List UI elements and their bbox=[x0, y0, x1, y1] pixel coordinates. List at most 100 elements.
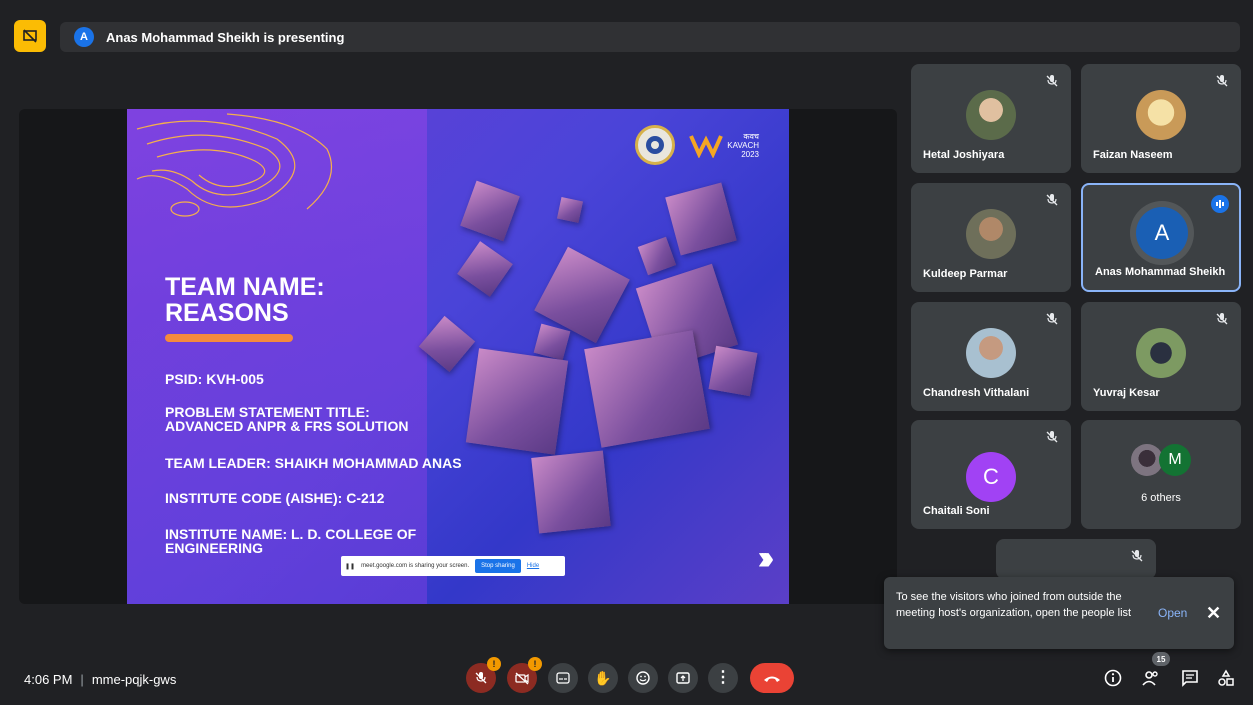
presenter-avatar: A bbox=[74, 27, 94, 47]
participant-name: Kuldeep Parmar bbox=[923, 268, 1008, 280]
kavach-hindi: कवच bbox=[743, 131, 759, 141]
team-leader-text: TEAM LEADER: SHAIKH MOHAMMAD ANAS bbox=[165, 455, 462, 471]
others-letter-avatar: M bbox=[1159, 444, 1191, 476]
participant-tile[interactable]: Faizan Naseem bbox=[1081, 64, 1241, 173]
mic-off-icon bbox=[1216, 75, 1228, 87]
hide-share-notice-link[interactable]: Hide bbox=[527, 563, 539, 569]
emoji-icon bbox=[636, 671, 650, 685]
participant-tile[interactable]: C Chaitali Soni bbox=[911, 420, 1071, 529]
more-options-button[interactable]: ⋮ bbox=[708, 663, 738, 693]
camera-off-icon bbox=[515, 672, 529, 685]
participant-name: Hetal Joshiyara bbox=[923, 149, 1005, 161]
ministry-emblem-icon bbox=[635, 125, 676, 165]
separator: | bbox=[80, 672, 84, 687]
participant-tile[interactable]: Hetal Joshiyara bbox=[911, 64, 1071, 173]
current-time: 4:06 PM bbox=[24, 672, 73, 687]
participant-name: Chandresh Vithalani bbox=[923, 387, 1030, 399]
activities-button[interactable] bbox=[1215, 667, 1237, 689]
others-tile[interactable]: M 6 others bbox=[1081, 420, 1241, 529]
kavach-mark-icon bbox=[689, 135, 724, 158]
title-underline bbox=[165, 334, 293, 342]
participant-avatar bbox=[1136, 328, 1186, 378]
participant-avatar: A bbox=[1136, 207, 1188, 259]
problem-title-value: ADVANCED ANPR & FRS SOLUTION bbox=[165, 418, 409, 434]
cube-decoration bbox=[460, 180, 520, 242]
kavach-logo: कवच KAVACH 2023 bbox=[689, 132, 759, 159]
cube-decoration bbox=[665, 182, 737, 256]
kavach-year: 2023 bbox=[741, 149, 759, 159]
psid-text: PSID: KVH-005 bbox=[165, 371, 264, 387]
reactions-button[interactable] bbox=[628, 663, 658, 693]
stop-presenting-button[interactable] bbox=[14, 20, 46, 52]
captions-button[interactable] bbox=[548, 663, 578, 693]
present-off-icon bbox=[23, 29, 37, 43]
participant-avatar bbox=[966, 209, 1016, 259]
people-icon bbox=[1142, 671, 1158, 686]
bottom-toolbar: 4:06 PM | mme-pqjk-gws ! ! ✋ ⋮ bbox=[0, 655, 1253, 705]
team-name-value: REASONS bbox=[165, 299, 289, 327]
participant-name: Chaitali Soni bbox=[923, 505, 990, 517]
participant-name: Yuvraj Kesar bbox=[1093, 387, 1160, 399]
hang-up-icon bbox=[764, 676, 780, 682]
chat-button[interactable] bbox=[1179, 667, 1201, 689]
participant-tile-speaking[interactable]: A Anas Mohammad Sheikh bbox=[1081, 183, 1241, 292]
share-notice-text: meet.google.com is sharing your screen. bbox=[361, 563, 470, 569]
kavach-name: KAVACH bbox=[727, 140, 759, 150]
participant-avatar bbox=[966, 328, 1016, 378]
chat-icon bbox=[1182, 670, 1198, 687]
presentation-stage: कवच KAVACH 2023 TEAM NAME: REASONS PSID:… bbox=[19, 109, 897, 604]
more-vert-icon: ⋮ bbox=[715, 669, 731, 686]
leave-call-button[interactable] bbox=[750, 663, 794, 693]
participant-name: Anas Mohammad Sheikh bbox=[1095, 266, 1226, 278]
cube-decoration bbox=[556, 196, 584, 224]
mic-off-icon bbox=[1046, 194, 1058, 206]
slide-logos: कवच KAVACH 2023 bbox=[635, 125, 759, 165]
toast-open-button[interactable]: Open bbox=[1158, 606, 1187, 620]
toast-close-icon[interactable]: ✕ bbox=[1206, 603, 1221, 624]
participant-tile[interactable]: Kuldeep Parmar bbox=[911, 183, 1071, 292]
meeting-code: mme-pqjk-gws bbox=[91, 672, 177, 687]
shared-slide: कवच KAVACH 2023 TEAM NAME: REASONS PSID:… bbox=[127, 109, 789, 604]
institute-code-text: INSTITUTE CODE (AISHE): C-212 bbox=[165, 490, 385, 506]
cube-decoration bbox=[457, 241, 513, 297]
presenting-bar: A Anas Mohammad Sheikh is presenting bbox=[14, 20, 1240, 52]
meeting-info: 4:06 PM | mme-pqjk-gws bbox=[24, 672, 176, 687]
cube-decoration bbox=[418, 315, 476, 373]
cube-decoration bbox=[533, 323, 571, 361]
participant-tile[interactable]: Yuvraj Kesar bbox=[1081, 302, 1241, 411]
cube-decoration bbox=[637, 236, 677, 276]
present-screen-button[interactable] bbox=[668, 663, 698, 693]
activities-icon bbox=[1218, 669, 1234, 686]
pause-icon: ❚❚ bbox=[345, 563, 356, 570]
mic-off-icon bbox=[1131, 550, 1143, 562]
screen-share-notice: ❚❚ meet.google.com is sharing your scree… bbox=[341, 556, 565, 576]
mic-off-icon bbox=[1046, 313, 1058, 325]
problem-title-label: PROBLEM STATEMENT TITLE: bbox=[165, 404, 370, 420]
team-name: TEAM NAME: REASONS bbox=[165, 274, 325, 326]
mic-off-icon bbox=[1046, 431, 1058, 443]
cube-decoration bbox=[584, 330, 710, 448]
mic-warning-badge: ! bbox=[487, 657, 501, 671]
cube-decoration bbox=[465, 348, 569, 455]
stop-sharing-button[interactable]: Stop sharing bbox=[475, 559, 521, 573]
raise-hand-button[interactable]: ✋ bbox=[588, 663, 618, 693]
visitors-toast: To see the visitors who joined from outs… bbox=[884, 577, 1234, 649]
partial-participant-tile[interactable] bbox=[996, 539, 1156, 579]
contour-decoration bbox=[136, 113, 333, 217]
participant-tile[interactable]: Chandresh Vithalani bbox=[911, 302, 1071, 411]
camera-toggle-button[interactable]: ! bbox=[507, 657, 542, 693]
captions-icon bbox=[556, 672, 570, 684]
mic-toggle-button[interactable]: ! bbox=[466, 657, 501, 693]
people-count-badge: 15 bbox=[1152, 652, 1170, 666]
toast-message: To see the visitors who joined from outs… bbox=[896, 591, 1132, 619]
speaking-indicator-icon bbox=[1211, 195, 1229, 213]
meeting-details-button[interactable] bbox=[1102, 667, 1124, 689]
institute-name-label: INSTITUTE NAME: L. D. COLLEGE OF bbox=[165, 526, 417, 542]
cube-decoration bbox=[531, 450, 611, 534]
cube-decoration bbox=[708, 345, 758, 397]
mic-off-icon bbox=[475, 672, 487, 684]
presenting-text: Anas Mohammad Sheikh is presenting bbox=[106, 29, 345, 45]
people-button[interactable] bbox=[1140, 667, 1162, 689]
team-name-label: TEAM NAME: bbox=[165, 273, 325, 301]
mic-off-icon bbox=[1046, 75, 1058, 87]
